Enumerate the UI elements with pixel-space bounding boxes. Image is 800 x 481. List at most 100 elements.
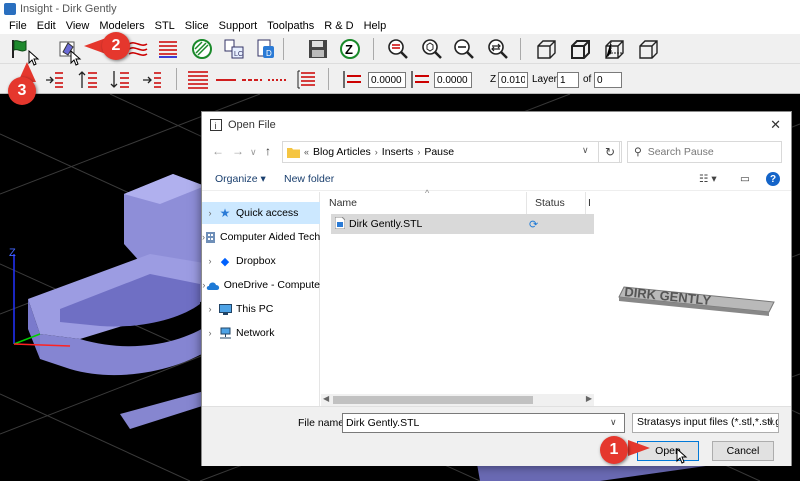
support-button[interactable]: LC (222, 37, 246, 61)
dashed-line-icon (242, 79, 262, 81)
step-callout-3: 3 (8, 77, 36, 105)
search-icon: ⚲ (634, 146, 642, 158)
slice-height-2-icon-button[interactable] (408, 67, 432, 91)
column-header-status[interactable]: Status (527, 192, 586, 214)
nav-item-computer-aided-tech[interactable]: › Computer Aided Tech (202, 226, 320, 248)
dotted-line-button[interactable] (266, 67, 290, 91)
scroll-thumb[interactable] (333, 396, 533, 404)
recent-chevron-down-icon[interactable]: ∨ (250, 147, 257, 158)
refresh-button[interactable]: ↻ (598, 141, 622, 163)
layer-input[interactable] (557, 72, 579, 88)
organize-button[interactable]: Organize ▾ (215, 173, 266, 185)
app-icon (4, 3, 16, 15)
solid-lines-button[interactable] (186, 67, 210, 91)
window-title: Insight - Dirk Gently (20, 3, 117, 15)
pan-button[interactable] (486, 37, 510, 61)
zoom-fit-button[interactable] (420, 37, 444, 61)
menu-modelers[interactable]: Modelers (94, 20, 149, 32)
bracket-lines-button[interactable] (294, 67, 318, 91)
menu-help[interactable]: Help (359, 20, 392, 32)
scroll-left-icon[interactable]: ◀ (323, 394, 329, 403)
step-callout-1: 1 (600, 436, 628, 464)
breadcrumb-overflow[interactable]: « (304, 147, 309, 157)
forward-arrow-icon[interactable]: → (232, 144, 244, 158)
menu-toolpaths[interactable]: Toolpaths (262, 20, 319, 32)
cube-side-icon (605, 40, 624, 59)
slice-arrow-up-icon (78, 71, 97, 88)
horizontal-scrollbar[interactable]: ◀ ▶ (321, 394, 594, 406)
nav-item-label: Computer Aided Tech (220, 231, 320, 243)
dropbox-icon: ◆ (220, 255, 230, 268)
expand-chevron-icon[interactable]: › (202, 304, 218, 314)
menu-view[interactable]: View (61, 20, 95, 32)
zoom-out-button[interactable] (452, 37, 476, 61)
help-icon[interactable]: ? (766, 172, 780, 186)
view-front-button[interactable] (534, 37, 558, 61)
up-arrow-icon[interactable]: ↑ (265, 144, 271, 158)
menu-edit[interactable]: Edit (32, 20, 61, 32)
file-name-input[interactable] (342, 413, 625, 433)
nav-item-dropbox[interactable]: › ◆ Dropbox (202, 250, 320, 272)
dialog-footer: File name: ∨ Stratasys input files (*.st… (202, 406, 791, 466)
dashed-line-button[interactable] (240, 67, 264, 91)
slice-height-1-icon-button[interactable] (340, 67, 364, 91)
slice-lines-button[interactable] (156, 37, 180, 61)
menu-stl[interactable]: STL (150, 20, 180, 32)
nav-item-network[interactable]: › Network (202, 322, 320, 344)
view-top-button[interactable] (568, 37, 592, 61)
file-name-dropdown-icon[interactable]: ∨ (610, 417, 617, 428)
zoom-button[interactable] (386, 37, 410, 61)
expand-chevron-icon[interactable]: › (202, 256, 218, 266)
file-row[interactable]: Dirk Gently.STL ⟳ (331, 214, 594, 234)
dialog-nav-row: ← → ∨ ↑ « Blog Articles › Inserts › Paus… (202, 138, 791, 166)
menu-file[interactable]: File (4, 20, 32, 32)
z-value-input[interactable] (498, 72, 528, 88)
nav-item-this-pc[interactable]: › This PC (202, 298, 320, 320)
nav-item-quick-access[interactable]: › ★ Quick access (202, 202, 320, 224)
scroll-right-icon[interactable]: ▶ (586, 394, 592, 403)
svg-text:LC: LC (234, 51, 243, 58)
expand-chevron-icon[interactable]: › (202, 208, 218, 218)
slice-next-button[interactable] (108, 67, 132, 91)
expand-chevron-icon[interactable]: › (202, 328, 218, 338)
layer-count-input[interactable] (594, 72, 622, 88)
slice-up-button[interactable] (76, 67, 100, 91)
view-iso-button[interactable] (636, 37, 660, 61)
close-button[interactable]: ✕ (770, 117, 781, 133)
menu-support[interactable]: Support (214, 20, 263, 32)
view-side-button[interactable] (602, 37, 626, 61)
menu-slice[interactable]: Slice (180, 20, 214, 32)
address-bar[interactable]: « Blog Articles › Inserts › Pause (282, 141, 620, 163)
cube-top-icon (571, 40, 590, 59)
new-folder-button[interactable]: New folder (284, 173, 334, 185)
nav-item-onedrive[interactable]: › OneDrive - Compute (202, 274, 320, 296)
toolbar-separator (176, 68, 177, 90)
back-arrow-icon[interactable]: ← (212, 144, 224, 158)
layer-label: Layer (532, 74, 558, 85)
cancel-button[interactable]: Cancel (712, 441, 774, 461)
preview-pane-icon[interactable]: ▭ (740, 173, 750, 185)
breadcrumb-pause[interactable]: Pause (424, 146, 454, 158)
search-input[interactable]: ⚲ Search Pause (627, 141, 782, 163)
slice-height-2-input[interactable] (434, 72, 472, 88)
nav-item-label: This PC (236, 303, 274, 315)
breadcrumb-inserts[interactable]: Inserts (382, 146, 414, 158)
file-type-dropdown-icon[interactable]: ∨ (768, 417, 775, 428)
single-line-button[interactable] (214, 67, 238, 91)
slice-down-button[interactable] (42, 67, 66, 91)
file-name: Dirk Gently.STL (349, 218, 423, 230)
file-type-select[interactable]: Stratasys input files (*.stl,*.stl.gz (632, 413, 779, 433)
hatch-button[interactable] (190, 37, 214, 61)
slice-height-1-input[interactable] (368, 72, 406, 88)
menu-rd[interactable]: R & D (319, 20, 358, 32)
toolpath-button[interactable]: D (254, 37, 278, 61)
folder-icon (287, 147, 300, 158)
view-options-icon[interactable]: ☷ ▾ (699, 173, 717, 185)
breadcrumb-blog-articles[interactable]: Blog Articles (313, 146, 371, 158)
zero-z-button[interactable]: Z (338, 37, 362, 61)
column-header-name[interactable]: Name (321, 192, 527, 214)
address-dropdown-icon[interactable]: ∨ (582, 145, 589, 156)
save-button[interactable] (306, 37, 330, 61)
dialog-info-icon: i (210, 119, 222, 131)
slice-insert-button[interactable] (140, 67, 164, 91)
